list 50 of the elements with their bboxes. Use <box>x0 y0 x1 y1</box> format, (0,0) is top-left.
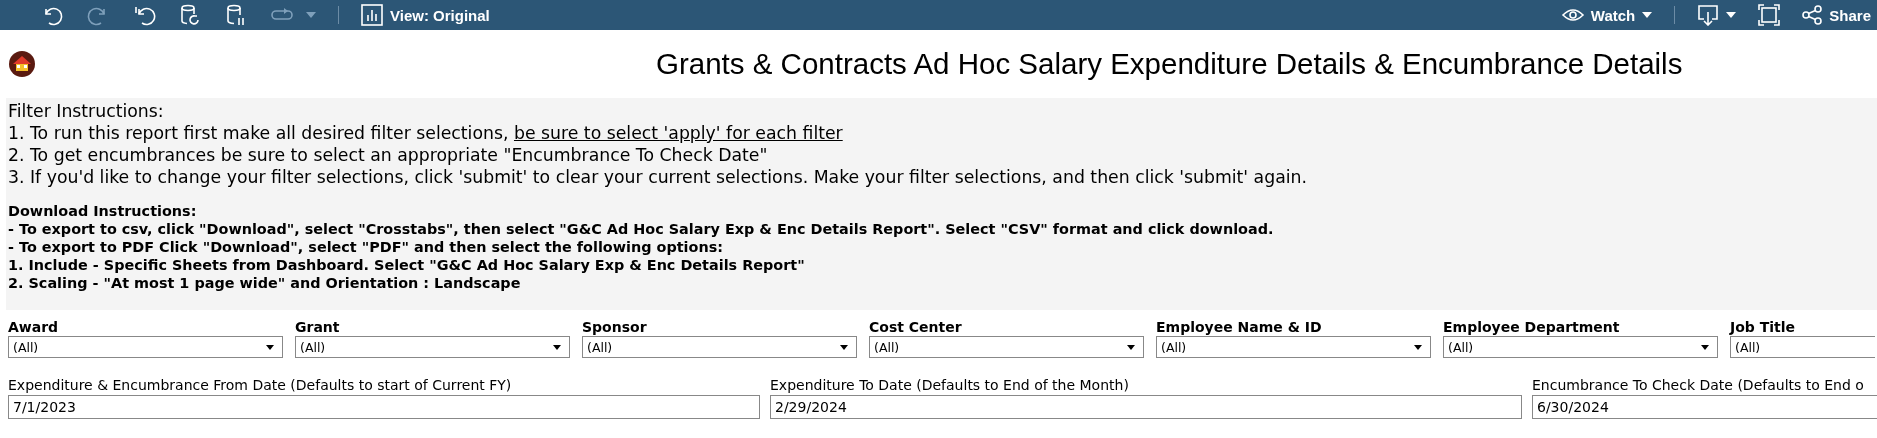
caret-icon <box>266 344 274 350</box>
caret-icon <box>1414 344 1422 350</box>
date-field[interactable]: 7/1/2023 <box>8 395 760 419</box>
filter-label: Sponsor <box>582 318 648 336</box>
filter-label: Cost Center <box>869 318 963 336</box>
filter-dropdown[interactable]: (All) <box>8 336 283 358</box>
instruction-text: 1. To run this report first make all desired filter selections, be sure to select 'apply' for each filter <box>8 122 844 144</box>
fullscreen-icon[interactable] <box>1758 4 1781 26</box>
caret-icon <box>1701 344 1709 350</box>
filter-label: Employee Name & ID <box>1156 318 1323 336</box>
filter-dropdown[interactable]: (All) <box>582 336 857 358</box>
date-field[interactable]: 2/29/2024 <box>770 395 1522 419</box>
home-icon[interactable] <box>8 50 36 78</box>
caret-icon[interactable] <box>1726 12 1737 18</box>
date-label: Expenditure To Date (Defaults to End of the Month) <box>770 376 1130 395</box>
caret-icon <box>1127 344 1135 350</box>
date-label: Expenditure & Encumbrance From Date (Defaults to start of Current FY) <box>8 376 513 395</box>
filter-dropdown[interactable]: (All) <box>1443 336 1718 358</box>
instructions-heading: Filter Instructions: <box>8 100 165 122</box>
instruction-text: 2. To get encumbrances be sure to select an appropriate "Encumbrance To Check Date" <box>8 144 769 166</box>
filter-dropdown[interactable]: (All) <box>1156 336 1431 358</box>
share-button[interactable]: Share <box>1802 5 1871 25</box>
apply-link[interactable]: be sure to select 'apply' for each filter <box>513 123 843 143</box>
watch-button[interactable]: Watch <box>1561 6 1653 24</box>
date-field[interactable]: 6/30/2024 <box>1532 395 1877 419</box>
caret-icon <box>553 344 561 350</box>
instruction-text: 2. Scaling - "At most 1 page wide" and Orientation : Landscape <box>8 274 522 292</box>
filter-label: Grant <box>295 318 341 336</box>
share-icon[interactable] <box>1802 5 1823 25</box>
filter-label: Employee Department <box>1443 318 1621 336</box>
dashboard-title: Grants & Contracts Ad Hoc Salary Expenditure Details & Encumbrance Details <box>656 47 1683 81</box>
download-button[interactable] <box>1697 4 1737 26</box>
filter-dropdown[interactable]: (All) <box>869 336 1144 358</box>
filter-dropdown[interactable]: (All) <box>1730 336 1875 358</box>
filter-label: Job Title <box>1730 318 1797 336</box>
database-refresh-icon[interactable] <box>178 3 202 27</box>
eye-icon[interactable] <box>1561 8 1584 22</box>
bar-chart-icon[interactable] <box>361 4 383 26</box>
instruction-text: - To export to PDF Click "Download", select "PDF" and then select the following options: <box>8 238 724 256</box>
filter-dropdown[interactable]: (All) <box>295 336 570 358</box>
instruction-text: 1. Include - Specific Sheets from Dashboard. Select "G&C Ad Hoc Salary Exp & Enc Details Report" <box>8 256 806 274</box>
caret-icon[interactable] <box>1642 12 1653 18</box>
instruction-text: - To export to csv, click "Download", select "Crosstabs", then select "G&C Ad Hoc Salary Exp & Enc Details Report". Select "CSV" format and click download. <box>8 220 1275 238</box>
caret-icon <box>840 344 848 350</box>
instruction-text: 3. If you'd like to change your filter selections, click 'submit' to clear your current selections. Make your filter selections, and then click 'submit' again. <box>8 166 1308 188</box>
view-button[interactable]: View: Original <box>361 4 490 26</box>
filter-label: Award <box>8 318 60 336</box>
download-icon[interactable] <box>1697 4 1720 26</box>
instructions-heading: Download Instructions: <box>8 202 198 220</box>
date-label: Encumbrance To Check Date (Defaults to End o <box>1532 376 1865 395</box>
